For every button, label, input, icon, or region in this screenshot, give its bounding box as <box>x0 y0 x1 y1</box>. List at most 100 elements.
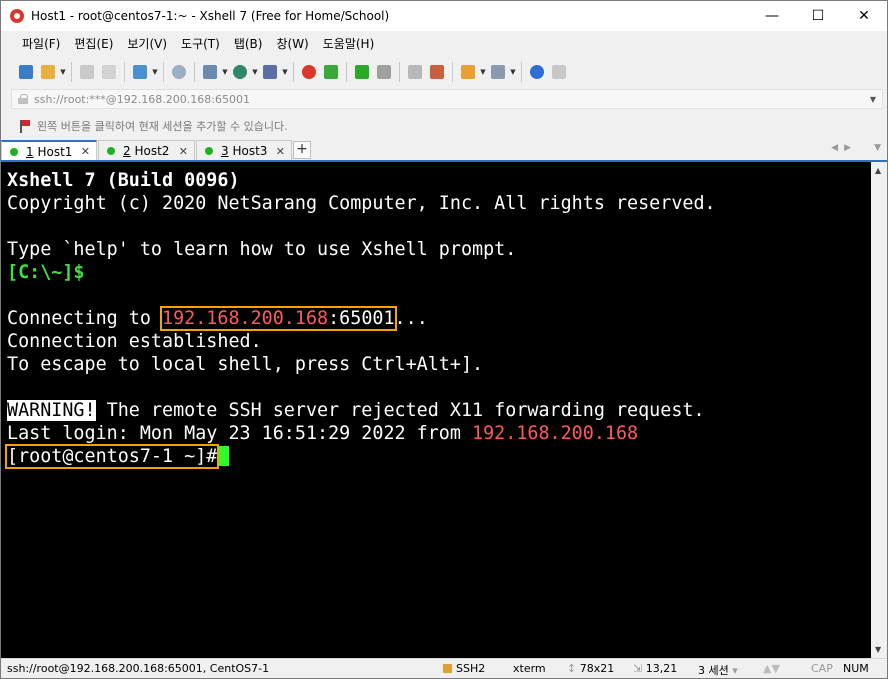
fullscreen-icon[interactable] <box>351 61 373 83</box>
menu-tools[interactable]: 도구(T) <box>174 33 227 55</box>
help-icon[interactable] <box>526 61 548 83</box>
server-port: :65001 <box>328 308 395 329</box>
reconnect-icon[interactable] <box>98 61 120 83</box>
properties-dropdown-icon[interactable]: ▼ <box>151 68 159 76</box>
disconnect-icon[interactable] <box>76 61 98 83</box>
status-session: ssh://root@192.168.200.168:65001, CentOS… <box>7 662 270 675</box>
toolbar-separator <box>71 62 72 82</box>
globe-icon[interactable] <box>229 61 251 83</box>
flag-icon[interactable] <box>19 119 31 133</box>
terminal-line: To escape to local shell, press Ctrl+Alt… <box>7 354 484 375</box>
status-caps-lock: CAP <box>811 662 833 675</box>
layout-dropdown-icon[interactable]: ▼ <box>509 68 517 76</box>
minimize-button[interactable]: — <box>749 1 795 31</box>
xftp-icon[interactable] <box>320 61 342 83</box>
connected-status-icon <box>107 147 115 155</box>
open-folder-icon[interactable] <box>37 61 59 83</box>
scroll-down-icon[interactable]: ▼ <box>875 645 881 654</box>
address-dropdown-icon[interactable]: ▼ <box>870 95 876 104</box>
maximize-button[interactable]: ☐ <box>795 1 841 31</box>
keyboard-icon[interactable] <box>404 61 426 83</box>
toolbar-separator <box>521 62 522 82</box>
xshell-logo-icon <box>9 8 25 24</box>
warning-label: WARNING! <box>7 400 96 421</box>
window-title: Host1 - root@centos7-1:~ - Xshell 7 (Fre… <box>31 9 390 23</box>
tab-host3[interactable]: 3 Host3 ✕ <box>196 140 292 161</box>
close-tab-icon[interactable]: ✕ <box>81 145 90 158</box>
upload-download-icon[interactable]: ▲▼ <box>763 662 780 675</box>
tab-host2[interactable]: 2 Host2 ✕ <box>98 140 195 161</box>
server-ip: 192.168.200.168 <box>162 308 329 329</box>
last-login-ip: 192.168.200.168 <box>472 423 639 444</box>
quick-command-hint-bar: 왼쪽 버튼을 클릭하여 현재 세션을 추가할 수 있습니다. <box>1 115 887 137</box>
highlight-icon[interactable] <box>426 61 448 83</box>
terminal-line: [root@centos7-1 ~]# <box>4 444 871 469</box>
resize-icon: ↕ <box>567 662 580 675</box>
transfer-dropdown-icon[interactable]: ▼ <box>221 68 229 76</box>
menu-file[interactable]: 파일(F) <box>15 33 67 55</box>
new-tab-button[interactable]: + <box>293 141 311 159</box>
cursor-icon: ⇲ <box>633 662 646 675</box>
add-session-icon[interactable] <box>457 61 479 83</box>
layout-icon[interactable] <box>487 61 509 83</box>
toolbar-separator <box>124 62 125 82</box>
terminal-area[interactable]: Xshell 7 (Build 0096) Copyright (c) 2020… <box>1 162 871 658</box>
hint-text: 왼쪽 버튼을 클릭하여 현재 세션을 추가할 수 있습니다. <box>37 120 288 133</box>
lock-screen-icon[interactable] <box>373 61 395 83</box>
last-login-text: Last login: Mon May 23 16:51:29 2022 fro… <box>7 423 473 444</box>
menu-edit[interactable]: 편집(E) <box>67 33 120 55</box>
tab-host1[interactable]: 1 Host1 ✕ <box>1 140 97 161</box>
lock-icon <box>443 664 452 673</box>
globe-dropdown-icon[interactable]: ▼ <box>251 68 259 76</box>
new-session-icon[interactable] <box>15 61 37 83</box>
xshell-window: Host1 - root@centos7-1:~ - Xshell 7 (Fre… <box>0 0 888 679</box>
connected-status-icon <box>205 147 213 155</box>
transfer-icon[interactable] <box>199 61 221 83</box>
connect-prefix: Connecting to <box>7 308 163 329</box>
tab-label: 1 Host1 <box>26 144 73 159</box>
toolbar: ▼ ▼ ▼ ▼ ▼ ▼ ▼ <box>1 57 887 87</box>
menu-view[interactable]: 보기(V) <box>120 33 174 55</box>
warning-text: The remote SSH server rejected X11 forwa… <box>95 400 705 421</box>
status-num-lock: NUM <box>843 662 869 675</box>
toolbar-separator <box>399 62 400 82</box>
font-icon[interactable] <box>259 61 281 83</box>
connected-status-icon <box>10 147 18 156</box>
find-icon[interactable] <box>168 61 190 83</box>
tab-label: 3 Host3 <box>221 144 268 158</box>
chat-icon[interactable] <box>548 61 570 83</box>
tab-scroll-arrows-icon[interactable]: ◀▶ <box>831 143 857 153</box>
menu-window[interactable]: 창(W) <box>269 33 315 55</box>
properties-icon[interactable] <box>129 61 151 83</box>
open-dropdown-icon[interactable]: ▼ <box>59 68 67 76</box>
close-button[interactable]: ✕ <box>841 1 887 31</box>
font-dropdown-icon[interactable]: ▼ <box>281 68 289 76</box>
address-bar[interactable]: ssh://root:***@192.168.200.168:65001 ▼ <box>11 89 883 109</box>
terminal-line: Copyright (c) 2020 NetSarang Computer, I… <box>7 193 716 214</box>
xshell-icon[interactable] <box>298 61 320 83</box>
menu-help[interactable]: 도움말(H) <box>316 33 382 55</box>
local-prompt: [C:\~]$ <box>7 262 85 283</box>
terminal-cursor <box>219 446 230 466</box>
scroll-up-icon[interactable]: ▲ <box>875 166 881 175</box>
lock-icon <box>18 94 28 104</box>
add-session-dropdown-icon[interactable]: ▼ <box>479 68 487 76</box>
toolbar-separator <box>163 62 164 82</box>
tab-menu-icon[interactable]: ▼ <box>874 143 881 153</box>
dropdown-icon[interactable]: ▾ <box>729 664 738 677</box>
status-cursor-position: ⇲ 13,21 <box>633 662 678 675</box>
address-text[interactable]: ssh://root:***@192.168.200.168:65001 <box>34 93 870 106</box>
vertical-scrollbar[interactable]: ▲ ▼ <box>871 162 887 658</box>
highlighted-address: 192.168.200.168:65001 <box>160 306 397 331</box>
status-bar: ssh://root@192.168.200.168:65001, CentOS… <box>1 658 887 678</box>
toolbar-separator <box>346 62 347 82</box>
status-terminal-type: xterm <box>513 662 546 675</box>
menu-tab[interactable]: 탭(B) <box>227 33 270 55</box>
tab-bar: 1 Host1 ✕ 2 Host2 ✕ 3 Host3 ✕ + ◀▶ ▼ <box>1 139 887 161</box>
tab-label: 2 Host2 <box>123 144 170 158</box>
close-tab-icon[interactable]: ✕ <box>179 145 188 158</box>
terminal-line: Type `help' to learn how to use Xshell p… <box>7 239 517 260</box>
close-tab-icon[interactable]: ✕ <box>276 145 285 158</box>
terminal-line: Connecting to 192.168.200.168:65001... <box>7 306 871 331</box>
